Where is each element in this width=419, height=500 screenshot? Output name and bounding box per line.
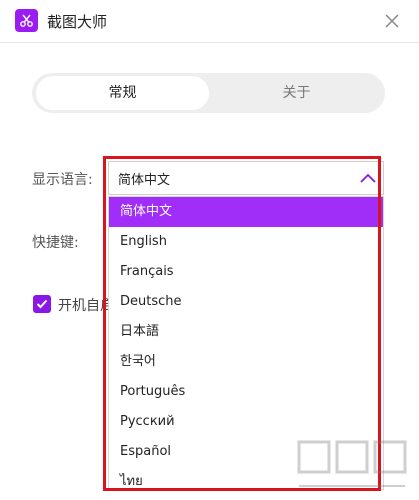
- tab-bar: 常规 关于: [32, 73, 385, 113]
- chevron-up-icon: [360, 173, 376, 183]
- language-option[interactable]: 简体中文: [109, 197, 383, 227]
- watermark-logo: [297, 440, 407, 487]
- autostart-checkbox[interactable]: [33, 295, 51, 313]
- app-title: 截图大师: [47, 13, 108, 31]
- language-label: 显示语言:: [32, 172, 93, 188]
- title-bar: 截图大师: [0, 0, 419, 42]
- language-option[interactable]: 한국어: [109, 347, 383, 377]
- check-icon: [36, 299, 48, 309]
- close-icon[interactable]: [381, 10, 403, 32]
- language-select[interactable]: 简体中文: [108, 161, 384, 195]
- language-option[interactable]: Русский: [109, 407, 383, 437]
- tab-general[interactable]: 常规: [36, 76, 209, 110]
- language-select-value: 简体中文: [118, 173, 171, 188]
- scissors-icon: [15, 9, 38, 32]
- language-option[interactable]: Português: [109, 377, 383, 407]
- autostart-label: 开机自启: [58, 298, 114, 314]
- hotkey-label: 快捷键:: [32, 235, 79, 251]
- language-option[interactable]: English: [109, 227, 383, 257]
- language-option[interactable]: 日本語: [109, 317, 383, 347]
- tab-about[interactable]: 关于: [212, 76, 381, 110]
- language-option[interactable]: Français: [109, 257, 383, 287]
- title-divider: [0, 42, 419, 43]
- language-option[interactable]: Deutsche: [109, 287, 383, 317]
